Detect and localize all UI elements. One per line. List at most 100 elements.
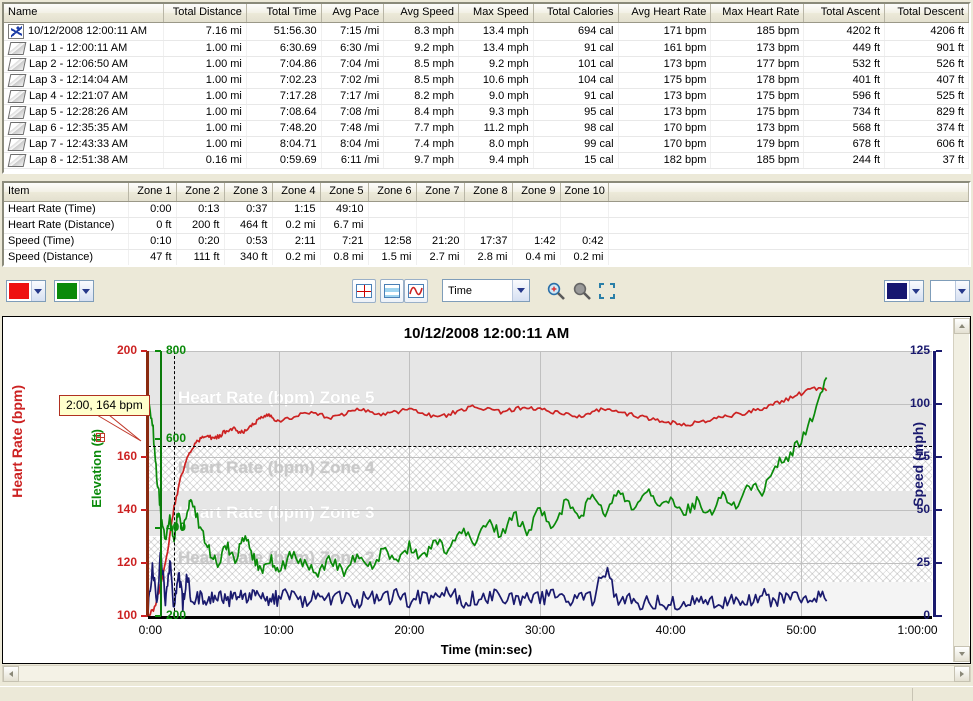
column-header-max-speed[interactable]: Max Speed — [458, 4, 534, 23]
crosshair-toggle-button[interactable] — [352, 279, 376, 303]
row-name-label: Lap 2 - 12:06:50 AM — [29, 58, 129, 70]
table-row[interactable]: Lap 1 - 12:00:11 AM 1.00 mi 6:30.69 6:30 /m… — [4, 40, 969, 57]
lap-icon — [7, 121, 27, 135]
table-row[interactable]: Lap 7 - 12:43:33 AM 1.00 mi 8:04.71 8:04 /m… — [4, 136, 969, 153]
column-header-max-heart-rate[interactable]: Max Heart Rate — [710, 4, 805, 23]
x-axis-select[interactable]: Time — [442, 279, 530, 302]
axis-tick — [936, 562, 942, 564]
chart-vertical-scrollbar[interactable] — [953, 318, 970, 662]
chart-toolbar: Time — [0, 272, 973, 316]
plot-area[interactable]: Heart Rate (bpm) Zone 5 Heart Rate (bpm) … — [147, 351, 932, 617]
series-2-color-picker[interactable] — [54, 280, 94, 302]
table-cell: 0.16 mi — [163, 152, 247, 169]
table-cell: 1.5 mi — [368, 249, 417, 265]
table-row[interactable]: 10/12/2008 12:00:11 AM 7.16 mi 51:56.30 7:1… — [4, 22, 969, 41]
table-row[interactable]: Lap 3 - 12:14:04 AM 1.00 mi 7:02.23 7:02 /m… — [4, 72, 969, 89]
table-cell: 9.7 mph — [383, 152, 459, 169]
table-row[interactable]: Speed (Distance) 47 ft 111 ft 340 ft 0.2 mi 0… — [4, 249, 969, 265]
axis-tick — [936, 350, 942, 352]
table-cell: 7:17 /mi — [321, 88, 385, 105]
speed-axis-line — [933, 351, 936, 617]
time-tick-label: 50:00 — [786, 623, 817, 637]
x-axis-select-value: Time — [448, 284, 473, 297]
chevron-down-icon[interactable] — [78, 281, 93, 301]
table-cell: 11.2 mph — [458, 120, 534, 137]
table-cell: 91 cal — [533, 88, 619, 105]
column-header-zone-4[interactable]: Zone 4 — [272, 183, 321, 202]
chart-panel[interactable]: 10/12/2008 12:00:11 AM Heart Rate (bpm) … — [2, 316, 971, 664]
column-header-zone-8[interactable]: Zone 8 — [464, 183, 513, 202]
chevron-down-icon[interactable] — [512, 280, 529, 301]
zoom-out-button[interactable] — [572, 281, 592, 301]
lap-table-container[interactable]: Name Total Distance Total Time Avg Pace … — [2, 2, 971, 174]
crosshair-horizontal — [148, 446, 932, 448]
column-header-zone-1[interactable]: Zone 1 — [128, 183, 177, 202]
series-line-toggle-button[interactable] — [404, 279, 428, 303]
series-4-color-picker[interactable] — [930, 280, 970, 302]
lap-table: Name Total Distance Total Time Avg Pace … — [4, 4, 969, 169]
column-header-zone-9[interactable]: Zone 9 — [512, 183, 561, 202]
scroll-down-button[interactable] — [954, 646, 970, 662]
table-cell: 173 bpm — [710, 120, 805, 137]
series-1-color-picker[interactable] — [6, 280, 46, 302]
column-header-name[interactable]: Name — [4, 4, 165, 23]
axis-tick — [141, 562, 147, 564]
zone-bands-toggle-button[interactable] — [380, 279, 404, 303]
column-header-avg-heart-rate[interactable]: Avg Heart Rate — [618, 4, 712, 23]
table-row[interactable]: Heart Rate (Time) 0:00 0:13 0:37 1:15 49:10 — [4, 201, 969, 218]
table-row[interactable]: Lap 6 - 12:35:35 AM 1.00 mi 7:48.20 7:48 /m… — [4, 120, 969, 137]
table-cell: 0:13 — [176, 201, 225, 218]
column-header-total-time[interactable]: Total Time — [246, 4, 322, 23]
column-header-item[interactable]: Item — [4, 183, 129, 202]
column-header-zone-2[interactable]: Zone 2 — [176, 183, 225, 202]
column-header-total-distance[interactable]: Total Distance — [163, 4, 247, 23]
table-row[interactable]: Speed (Time) 0:10 0:20 0:53 2:11 7:21 12:58 21:… — [4, 233, 969, 250]
horizontal-scrollbar[interactable] — [2, 665, 971, 682]
table-row[interactable]: Lap 5 - 12:28:26 AM 1.00 mi 7:08.64 7:08 /m… — [4, 104, 969, 121]
column-header-avg-speed[interactable]: Avg Speed — [383, 4, 459, 23]
elevation-tick-label: 800 — [166, 343, 187, 357]
column-header-zone-5[interactable]: Zone 5 — [320, 183, 369, 202]
chevron-down-icon[interactable] — [954, 281, 969, 301]
column-header-zone-3[interactable]: Zone 3 — [224, 183, 273, 202]
table-row[interactable]: Heart Rate (Distance) 0 ft 200 ft 464 ft 0.2… — [4, 217, 969, 234]
table-cell: 7:15 /mi — [321, 22, 385, 41]
fit-to-window-button[interactable] — [597, 281, 617, 301]
zoom-in-button[interactable] — [546, 281, 566, 301]
series-3-color-picker[interactable] — [884, 280, 924, 302]
column-header-total-descent[interactable]: Total Descent — [884, 4, 969, 23]
row-name-cell: Lap 5 - 12:28:26 AM — [4, 104, 165, 121]
table-row[interactable]: Lap 2 - 12:06:50 AM 1.00 mi 7:04.86 7:04 /m… — [4, 56, 969, 73]
column-header-zone-10[interactable]: Zone 10 — [560, 183, 609, 202]
table-cell: 340 ft — [224, 249, 273, 265]
scroll-right-button[interactable] — [954, 665, 970, 682]
column-header-total-ascent[interactable]: Total Ascent — [803, 4, 886, 23]
zone-row-label: Speed (Distance) — [4, 249, 129, 265]
chevron-down-icon[interactable] — [908, 281, 923, 301]
column-header-total-calories[interactable]: Total Calories — [533, 4, 619, 23]
zone-table-container[interactable]: Item Zone 1 Zone 2 Zone 3 Zone 4 Zone 5 … — [2, 181, 971, 267]
column-header-zone-6[interactable]: Zone 6 — [368, 183, 417, 202]
lap-icon — [7, 41, 27, 55]
elevation-axis-line — [160, 351, 162, 617]
table-cell: 1.00 mi — [163, 72, 247, 89]
table-cell: 8.3 mph — [383, 22, 459, 41]
scroll-left-button[interactable] — [3, 665, 19, 682]
table-cell: 678 ft — [803, 136, 886, 153]
crosshair-vertical — [174, 351, 176, 616]
column-header-zone-7[interactable]: Zone 7 — [416, 183, 465, 202]
row-name-label: Lap 8 - 12:51:38 AM — [29, 154, 129, 166]
table-cell: 7:04.86 — [246, 56, 322, 73]
row-name-label: Lap 1 - 12:00:11 AM — [29, 42, 128, 54]
row-name-cell: 10/12/2008 12:00:11 AM — [4, 22, 165, 41]
row-name-label: 10/12/2008 12:00:11 AM — [28, 25, 148, 37]
table-row[interactable]: Lap 8 - 12:51:38 AM 0.16 mi 0:59.69 6:11 /m… — [4, 152, 969, 169]
column-header-avg-pace[interactable]: Avg Pace — [321, 4, 385, 23]
axis-tick — [155, 350, 161, 352]
table-cell: 173 bpm — [618, 104, 712, 121]
chevron-down-icon[interactable] — [30, 281, 45, 301]
table-cell: 244 ft — [803, 152, 886, 169]
scroll-up-button[interactable] — [954, 318, 970, 334]
table-cell: 1.00 mi — [163, 40, 247, 57]
table-row[interactable]: Lap 4 - 12:21:07 AM 1.00 mi 7:17.28 7:17 /m… — [4, 88, 969, 105]
